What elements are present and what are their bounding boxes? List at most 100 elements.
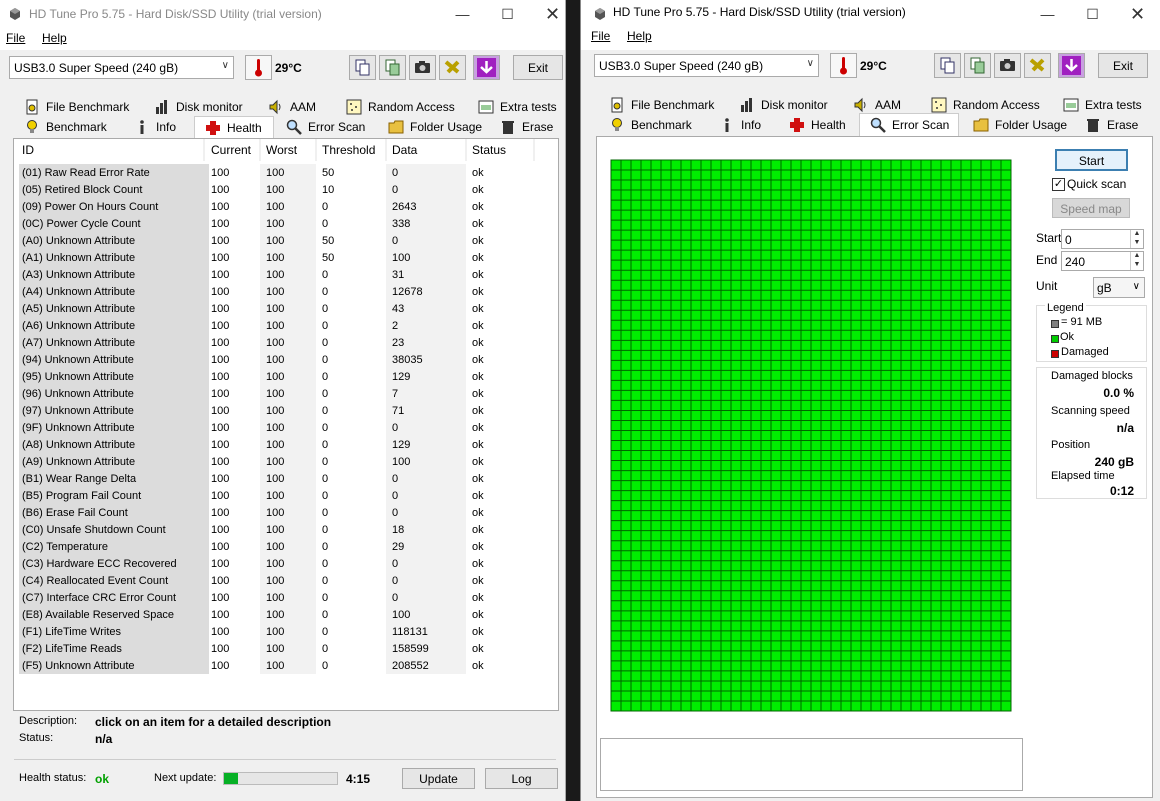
end-field[interactable]: 240 ▲ ▼: [1061, 251, 1144, 271]
tab-file-benchmark[interactable]: File Benchmark: [14, 97, 140, 117]
copy-info-icon[interactable]: [349, 55, 376, 80]
start-button[interactable]: Start: [1055, 149, 1128, 171]
table-row[interactable]: (05) Retired Block Count 100 100 10 0 ok: [14, 182, 554, 199]
table-row[interactable]: (F5) Unknown Attribute 100 100 0 208552 ok: [14, 658, 554, 675]
tab-erase[interactable]: Erase: [490, 117, 560, 137]
table-row[interactable]: (95) Unknown Attribute 100 100 0 129 ok: [14, 369, 554, 386]
column-header-data[interactable]: Data: [392, 143, 417, 157]
table-row[interactable]: (E8) Available Reserved Space 100 100 0 100 o…: [14, 607, 554, 624]
drive-select[interactable]: USB3.0 Super Speed (240 gB) ∨: [594, 54, 819, 77]
tab-error-scan[interactable]: Error Scan: [276, 117, 376, 137]
table-row[interactable]: (C7) Interface CRC Error Count 100 100 0 0 ok: [14, 590, 554, 607]
tab-disk-monitor[interactable]: Disk monitor: [729, 95, 839, 115]
update-button[interactable]: Update: [402, 768, 475, 789]
title-bar[interactable]: HD Tune Pro 5.75 - Hard Disk/SSD Utility…: [0, 0, 565, 28]
download-arrow-icon[interactable]: [1058, 53, 1085, 78]
log-button[interactable]: Log: [485, 768, 558, 789]
tab-extra-tests[interactable]: Extra tests: [468, 97, 560, 117]
table-cell-threshold: 0: [322, 490, 329, 502]
table-row[interactable]: (A1) Unknown Attribute 100 100 50 100 ok: [14, 250, 554, 267]
minimize-icon[interactable]: —: [1025, 0, 1070, 28]
title-bar[interactable]: HD Tune Pro 5.75 - Hard Disk/SSD Utility…: [581, 0, 1160, 28]
tab-aam[interactable]: AAM: [258, 97, 332, 117]
minimize-icon[interactable]: —: [440, 0, 485, 28]
tab-health[interactable]: Health: [194, 116, 274, 138]
table-row[interactable]: (A4) Unknown Attribute 100 100 0 12678 ok: [14, 284, 554, 301]
table-row[interactable]: (97) Unknown Attribute 100 100 0 71 ok: [14, 403, 554, 420]
tab-extra-tests[interactable]: Extra tests: [1053, 95, 1147, 115]
column-header-worst[interactable]: Worst: [266, 143, 297, 157]
spin-down-icon[interactable]: ▼: [1130, 261, 1143, 270]
table-row[interactable]: (9F) Unknown Attribute 100 100 0 0 ok: [14, 420, 554, 437]
table-row[interactable]: (C0) Unsafe Shutdown Count 100 100 0 18 ok: [14, 522, 554, 539]
table-row[interactable]: (B5) Program Fail Count 100 100 0 0 ok: [14, 488, 554, 505]
table-row[interactable]: (A9) Unknown Attribute 100 100 0 100 ok: [14, 454, 554, 471]
copy-data-icon[interactable]: [964, 53, 991, 78]
table-row[interactable]: (C3) Hardware ECC Recovered 100 100 0 0 ok: [14, 556, 554, 573]
screenshot-camera-icon[interactable]: [994, 53, 1021, 78]
table-row[interactable]: (F1) LifeTime Writes 100 100 0 118131 ok: [14, 624, 554, 641]
table-cell-id: (A1) Unknown Attribute: [22, 252, 136, 264]
quick-scan-checkbox[interactable]: ✓: [1052, 178, 1065, 191]
copy-info-icon[interactable]: [934, 53, 961, 78]
tab-health[interactable]: Health: [779, 115, 859, 135]
exit-button[interactable]: Exit: [1098, 53, 1148, 78]
tab-info[interactable]: Info: [709, 115, 779, 135]
table-row[interactable]: (96) Unknown Attribute 100 100 0 7 ok: [14, 386, 554, 403]
maximize-icon[interactable]: ☐: [1070, 0, 1115, 28]
table-row[interactable]: (94) Unknown Attribute 100 100 0 38035 ok: [14, 352, 554, 369]
speed-map-button[interactable]: Speed map: [1052, 198, 1130, 218]
column-header-status[interactable]: Status: [472, 143, 506, 157]
column-header-threshold[interactable]: Threshold: [322, 143, 375, 157]
tab-disk-monitor[interactable]: Disk monitor: [144, 97, 254, 117]
table-row[interactable]: (A5) Unknown Attribute 100 100 0 43 ok: [14, 301, 554, 318]
tab-folder-usage[interactable]: Folder Usage: [378, 117, 490, 137]
unit-select[interactable]: gB ∨: [1093, 277, 1145, 298]
column-header-id[interactable]: ID: [22, 143, 34, 157]
tab-error-scan[interactable]: Error Scan: [859, 113, 959, 136]
menu-help[interactable]: Help: [42, 31, 67, 45]
tab-aam[interactable]: AAM: [843, 95, 917, 115]
table-row[interactable]: (A0) Unknown Attribute 100 100 50 0 ok: [14, 233, 554, 250]
table-row[interactable]: (A7) Unknown Attribute 100 100 0 23 ok: [14, 335, 554, 352]
options-icon[interactable]: [439, 55, 466, 80]
menu-help[interactable]: Help: [627, 29, 652, 43]
options-icon[interactable]: [1024, 53, 1051, 78]
table-row[interactable]: (F2) LifeTime Reads 100 100 0 158599 ok: [14, 641, 554, 658]
spin-up-icon[interactable]: ▲: [1130, 230, 1143, 239]
tab-random-access[interactable]: Random Access: [921, 95, 1051, 115]
column-header-current[interactable]: Current: [211, 143, 251, 157]
maximize-icon[interactable]: ☐: [485, 0, 530, 28]
table-row[interactable]: (C4) Reallocated Event Count 100 100 0 0 ok: [14, 573, 554, 590]
table-row[interactable]: (B6) Erase Fail Count 100 100 0 0 ok: [14, 505, 554, 522]
quick-scan-label[interactable]: Quick scan: [1067, 177, 1126, 191]
table-row[interactable]: (A3) Unknown Attribute 100 100 0 31 ok: [14, 267, 554, 284]
copy-data-icon[interactable]: [379, 55, 406, 80]
menu-file[interactable]: File: [591, 29, 610, 43]
next-update-progress-fill: [224, 773, 238, 784]
screenshot-camera-icon[interactable]: [409, 55, 436, 80]
table-row[interactable]: (09) Power On Hours Count 100 100 0 2643 ok: [14, 199, 554, 216]
exit-button[interactable]: Exit: [513, 55, 563, 80]
download-arrow-icon[interactable]: [473, 55, 500, 80]
table-row[interactable]: (0C) Power Cycle Count 100 100 0 338 ok: [14, 216, 554, 233]
tab-folder-usage[interactable]: Folder Usage: [963, 115, 1075, 135]
close-icon[interactable]: ✕: [1115, 0, 1160, 28]
tab-random-access[interactable]: Random Access: [336, 97, 466, 117]
close-icon[interactable]: ✕: [530, 0, 565, 28]
menu-file[interactable]: File: [6, 31, 25, 45]
table-row[interactable]: (A8) Unknown Attribute 100 100 0 129 ok: [14, 437, 554, 454]
table-row[interactable]: (C2) Temperature 100 100 0 29 ok: [14, 539, 554, 556]
tab-benchmark[interactable]: Benchmark: [599, 115, 709, 135]
spin-down-icon[interactable]: ▼: [1130, 239, 1143, 248]
status-label: Status:: [19, 732, 54, 744]
tab-benchmark[interactable]: Benchmark: [14, 117, 124, 137]
tab-file-benchmark[interactable]: File Benchmark: [599, 95, 725, 115]
table-row[interactable]: (B1) Wear Range Delta 100 100 0 0 ok: [14, 471, 554, 488]
start-field[interactable]: 0 ▲ ▼: [1061, 229, 1144, 249]
table-row[interactable]: (01) Raw Read Error Rate 100 100 50 0 ok: [14, 165, 554, 182]
drive-select[interactable]: USB3.0 Super Speed (240 gB) ∨: [9, 56, 234, 79]
tab-erase[interactable]: Erase: [1075, 115, 1147, 135]
spin-up-icon[interactable]: ▲: [1130, 252, 1143, 261]
table-row[interactable]: (A6) Unknown Attribute 100 100 0 2 ok: [14, 318, 554, 335]
